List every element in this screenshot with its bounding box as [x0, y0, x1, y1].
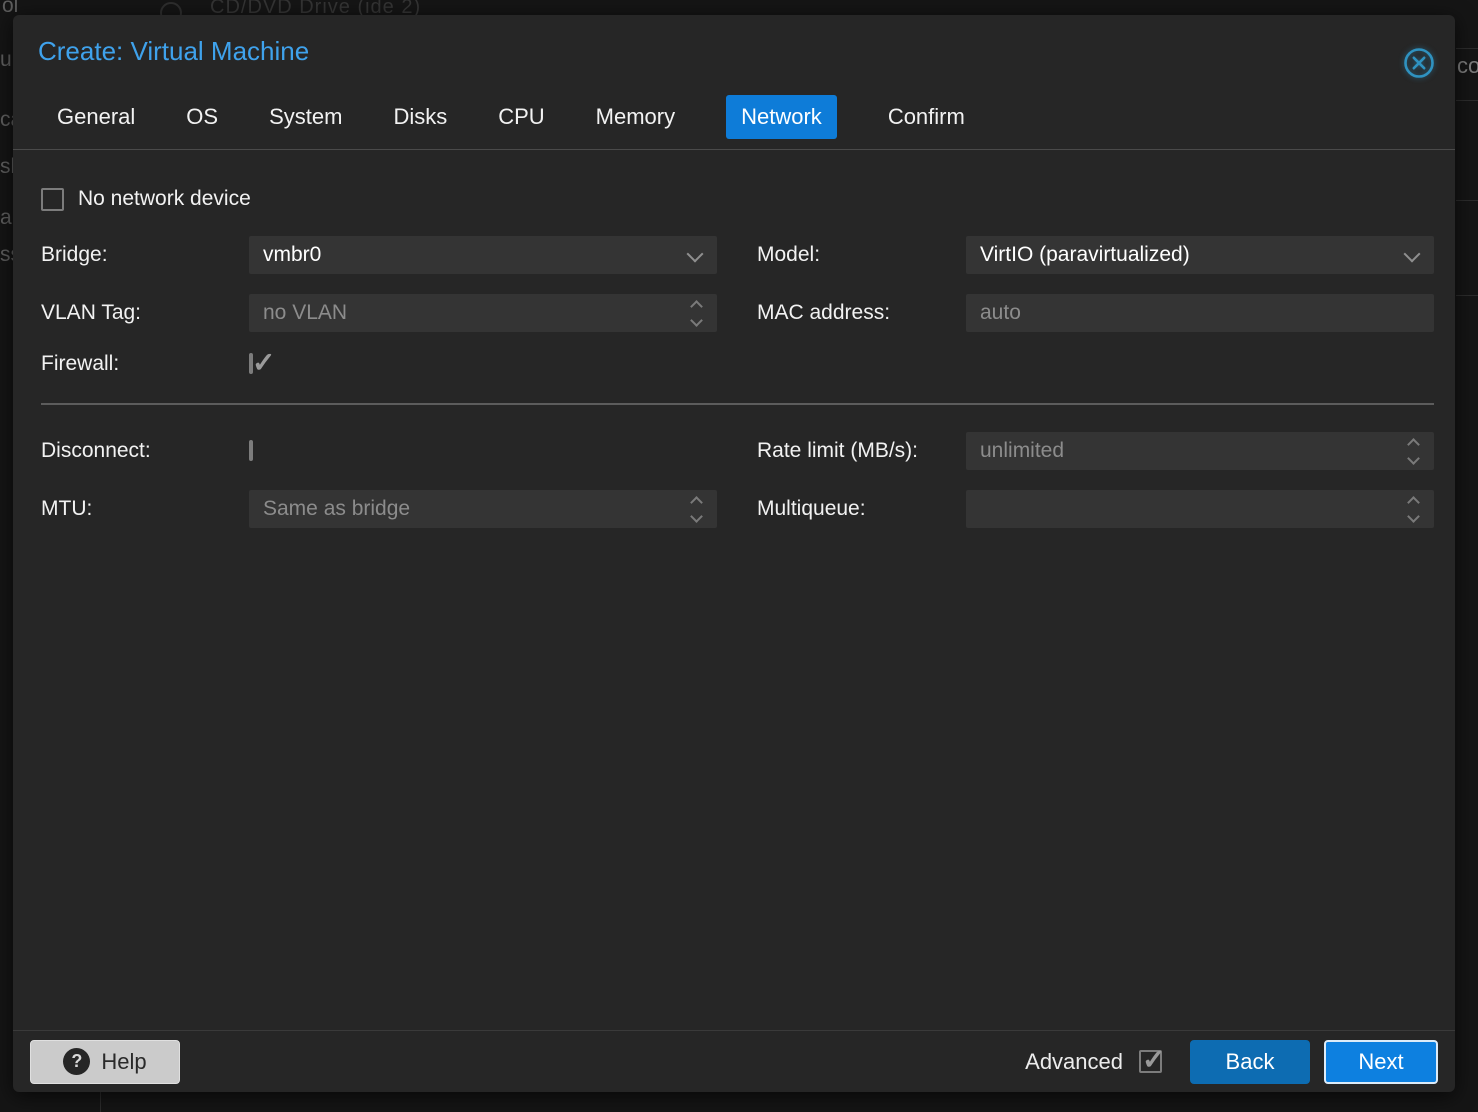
firewall-label: Firewall:: [41, 352, 249, 376]
advanced-label: Advanced: [1025, 1049, 1123, 1075]
background-text-fragment: co: [1457, 53, 1478, 79]
rate-limit-label: Rate limit (MB/s):: [757, 439, 966, 463]
tab-memory[interactable]: Memory: [596, 95, 675, 139]
background-divider-line: [100, 1092, 101, 1112]
tab-cpu[interactable]: CPU: [498, 95, 544, 139]
vlan-tag-label: VLAN Tag:: [41, 301, 249, 325]
no-network-device-checkbox[interactable]: [41, 188, 64, 211]
disconnect-checkbox[interactable]: [249, 440, 253, 461]
disconnect-label: Disconnect:: [41, 439, 249, 463]
dialog-title: Create: Virtual Machine: [38, 36, 309, 66]
bridge-label: Bridge:: [41, 243, 249, 267]
mac-address-field[interactable]: [966, 294, 1434, 332]
tab-disks[interactable]: Disks: [393, 95, 447, 139]
mtu-input[interactable]: [263, 497, 677, 521]
background-table-line: [1456, 200, 1478, 201]
help-button-label: Help: [101, 1049, 146, 1075]
advanced-checkbox[interactable]: [1139, 1050, 1162, 1073]
chevron-down-icon[interactable]: [687, 246, 704, 263]
wizard-tab-bar: General OS System Disks CPU Memory Netwo…: [13, 93, 1455, 140]
mac-address-label: MAC address:: [757, 301, 966, 325]
no-network-device-label: No network device: [78, 187, 251, 211]
dialog-footer: ? Help Advanced Back Next: [13, 1030, 1455, 1092]
vlan-tag-spinner[interactable]: [249, 294, 717, 332]
chevron-down-icon[interactable]: [1404, 246, 1421, 263]
help-button[interactable]: ? Help: [30, 1040, 180, 1084]
number-spinner-icon[interactable]: [1409, 490, 1418, 528]
tab-os[interactable]: OS: [186, 95, 218, 139]
background-table-line: [1456, 295, 1478, 296]
bridge-combobox[interactable]: [249, 236, 717, 274]
dialog-header: Create: Virtual Machine: [13, 15, 1455, 67]
tab-general[interactable]: General: [57, 95, 135, 139]
background-table-line: [1456, 48, 1478, 49]
bridge-input[interactable]: [263, 243, 677, 267]
multiqueue-spinner[interactable]: [966, 490, 1434, 528]
next-button[interactable]: Next: [1324, 1040, 1438, 1084]
model-input[interactable]: [980, 243, 1394, 267]
back-button[interactable]: Back: [1190, 1040, 1310, 1084]
rate-limit-input[interactable]: [980, 439, 1394, 463]
tab-network[interactable]: Network: [726, 95, 837, 139]
model-label: Model:: [757, 243, 966, 267]
question-mark-icon: ?: [63, 1048, 90, 1075]
close-icon[interactable]: [1401, 46, 1437, 82]
advanced-section-divider: [41, 403, 1434, 405]
number-spinner-icon[interactable]: [1409, 432, 1418, 470]
multiqueue-label: Multiqueue:: [757, 497, 966, 521]
model-combobox[interactable]: [966, 236, 1434, 274]
tab-system[interactable]: System: [269, 95, 342, 139]
number-spinner-icon[interactable]: [692, 490, 701, 528]
number-spinner-icon[interactable]: [692, 294, 701, 332]
rate-limit-spinner[interactable]: [966, 432, 1434, 470]
mtu-spinner[interactable]: [249, 490, 717, 528]
mac-address-input[interactable]: [980, 301, 1420, 325]
network-tab-panel: No network device Bridge: Model: VLAN Ta…: [13, 149, 1455, 528]
tab-confirm[interactable]: Confirm: [888, 95, 965, 139]
mtu-label: MTU:: [41, 497, 249, 521]
create-vm-dialog: Create: Virtual Machine General OS Syste…: [13, 15, 1455, 1092]
background-table-line: [1456, 100, 1478, 101]
vlan-tag-input[interactable]: [263, 301, 677, 325]
multiqueue-input[interactable]: [980, 497, 1394, 521]
firewall-checkbox[interactable]: [249, 353, 253, 374]
